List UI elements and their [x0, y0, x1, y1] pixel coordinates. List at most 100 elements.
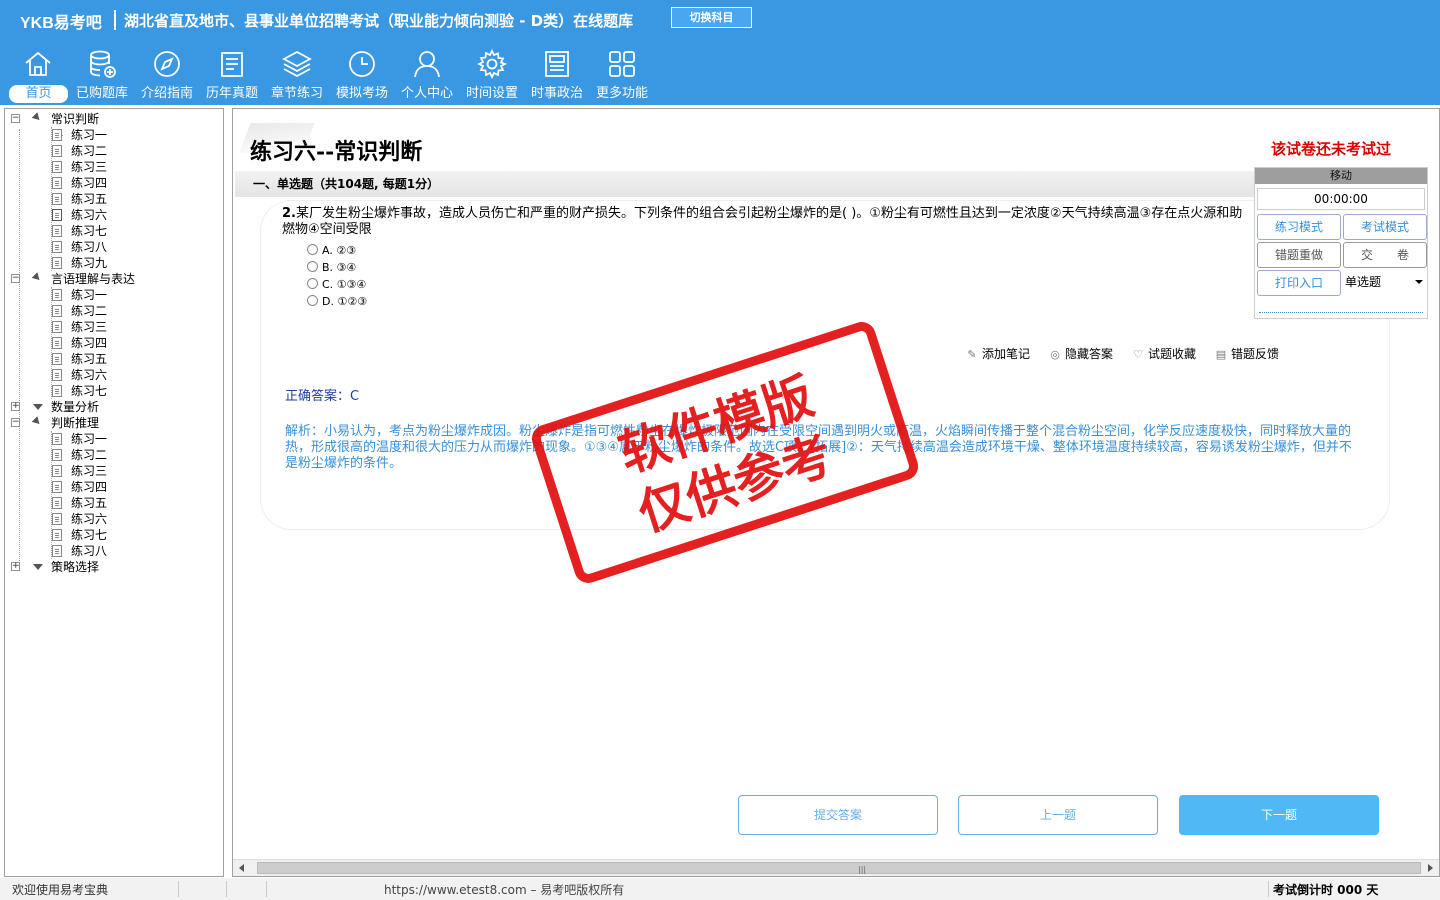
expand-icon[interactable]: +	[11, 562, 20, 571]
tree-item[interactable]: 练习一	[11, 287, 221, 303]
document-icon	[52, 193, 62, 205]
toolbar-purchased[interactable]: 已购题库	[70, 46, 134, 104]
tree-item[interactable]: 练习二	[11, 447, 221, 463]
tree-item[interactable]: 练习七	[11, 223, 221, 239]
expand-icon[interactable]: +	[11, 402, 20, 411]
grid-icon	[609, 51, 635, 77]
tree-group-strategy[interactable]: + 策略选择	[11, 559, 221, 575]
toolbar-current-affairs[interactable]: 时事政治	[525, 46, 589, 104]
toolbar-mock-exam[interactable]: 模拟考场	[330, 46, 394, 104]
document-icon	[52, 497, 62, 509]
tree-item[interactable]: 练习三	[11, 159, 221, 175]
submit-paper-button[interactable]: 交 卷	[1343, 242, 1427, 268]
question-type-select[interactable]: 单选题	[1343, 270, 1427, 294]
option-a[interactable]: A. ②③	[307, 243, 356, 259]
document-icon	[52, 321, 62, 333]
tree-item[interactable]: 练习八	[11, 543, 221, 559]
database-icon	[90, 50, 116, 78]
print-button[interactable]: 打印入口	[1257, 270, 1341, 296]
toolbar-past-exams[interactable]: 历年真题	[200, 46, 264, 104]
tree-item[interactable]: 练习五	[11, 191, 221, 207]
document-icon	[52, 545, 62, 557]
title-bar: YKB易考吧 湖北省直及地市、县事业单位招聘考试（职业能力倾向测验 - D类）在…	[0, 0, 1440, 40]
tree-item[interactable]: 练习四	[11, 479, 221, 495]
tree-item[interactable]: 练习四	[11, 335, 221, 351]
document-icon	[52, 337, 62, 349]
add-note-button[interactable]: ✎ 添加笔记	[966, 345, 1030, 362]
tree-item[interactable]: 练习二	[11, 143, 221, 159]
tree-item[interactable]: 练习一	[11, 431, 221, 447]
tree-item[interactable]: 练习二	[11, 303, 221, 319]
gear-icon	[476, 48, 508, 80]
switch-subject-button[interactable]: 切换科目	[671, 7, 752, 28]
submit-answer-button[interactable]: 提交答案	[738, 795, 938, 835]
option-b[interactable]: B. ③④	[307, 260, 356, 276]
collapse-icon[interactable]: −	[11, 274, 20, 283]
radio-icon[interactable]	[307, 278, 318, 289]
question-number: 2.	[282, 206, 296, 221]
tree-item[interactable]: 练习六	[11, 367, 221, 383]
tree-item[interactable]: 练习三	[11, 319, 221, 335]
collapsed-arrow-icon	[33, 564, 43, 570]
option-c[interactable]: C. ①③④	[307, 277, 366, 293]
favorite-button[interactable]: ♡ 试题收藏	[1132, 345, 1196, 362]
option-d[interactable]: D. ①②③	[307, 294, 367, 310]
scroll-right-icon[interactable]	[1428, 864, 1433, 872]
document-icon	[52, 529, 62, 541]
horizontal-scrollbar[interactable]: |||	[233, 859, 1439, 876]
tree-group-reasoning[interactable]: − 判断推理	[11, 415, 221, 431]
question-stem: 某厂发生粉尘爆炸事故，造成人员伤亡和严重的财产损失。下列条件的组合会引起粉尘爆炸…	[282, 206, 1243, 237]
toolbar-home[interactable]: 首页	[6, 46, 70, 104]
tree-group-common-sense[interactable]: − 常识判断	[11, 111, 221, 127]
toolbar-time-settings[interactable]: 时间设置	[460, 46, 524, 104]
chapter-tree[interactable]: − 常识判断 练习一 练习二 练习三 练习四 练习五 练习六 练习七 练习八 练…	[4, 108, 224, 877]
toolbar-label: 已购题库	[75, 86, 128, 101]
feedback-button[interactable]: ▤ 错题反馈	[1215, 345, 1279, 362]
radio-icon[interactable]	[307, 261, 318, 272]
tree-item[interactable]: 练习七	[11, 527, 221, 543]
layers-icon	[282, 50, 312, 78]
tree-item[interactable]: 练习四	[11, 175, 221, 191]
document-icon	[52, 289, 62, 301]
radio-icon[interactable]	[307, 244, 318, 255]
collapsed-arrow-icon	[33, 404, 43, 410]
document-icon	[52, 369, 62, 381]
toolbar-label: 模拟考场	[335, 86, 388, 101]
tree-item[interactable]: 练习三	[11, 463, 221, 479]
toolbar-chapter-practice[interactable]: 章节练习	[265, 46, 329, 104]
tree-item[interactable]: 练习六	[11, 511, 221, 527]
tree-item-selected[interactable]: 练习六	[11, 207, 221, 223]
toolbar-more[interactable]: 更多功能	[590, 46, 654, 104]
next-question-button[interactable]: 下一题	[1179, 795, 1379, 835]
toolbar-guide[interactable]: 介绍指南	[135, 46, 199, 104]
tree-item[interactable]: 练习五	[11, 495, 221, 511]
panel-move-handle[interactable]: 移动	[1255, 168, 1427, 184]
tree-item[interactable]: 练习五	[11, 351, 221, 367]
hide-answer-button[interactable]: ◎ 隐藏答案	[1049, 345, 1113, 362]
document-icon	[52, 241, 62, 253]
collapse-icon[interactable]: −	[11, 114, 20, 123]
brand-logo: YKB易考吧	[20, 15, 102, 32]
collapse-icon[interactable]: −	[11, 418, 20, 427]
tree-group-quantitative[interactable]: + 数量分析	[11, 399, 221, 415]
scroll-thumb[interactable]: |||	[257, 862, 1421, 874]
tree-group-verbal[interactable]: − 言语理解与表达	[11, 271, 221, 287]
document-icon	[52, 129, 62, 141]
expanded-arrow-icon	[31, 112, 43, 123]
tree-item[interactable]: 练习一	[11, 127, 221, 143]
tree-item[interactable]: 练习九	[11, 255, 221, 271]
document-icon	[52, 257, 62, 269]
toolbar-personal-center[interactable]: 个人中心	[395, 46, 459, 104]
document-icon	[52, 465, 62, 477]
user-icon	[414, 51, 440, 78]
scroll-left-icon[interactable]	[239, 864, 244, 872]
toolbar-label: 章节练习	[270, 86, 323, 101]
tree-item[interactable]: 练习七	[11, 383, 221, 399]
tree-item[interactable]: 练习八	[11, 239, 221, 255]
exam-mode-button[interactable]: 考试模式	[1343, 214, 1427, 240]
radio-icon[interactable]	[307, 295, 318, 306]
status-url: https://www.etest8.com – 易考吧版权所有	[384, 883, 625, 897]
prev-question-button[interactable]: 上一题	[958, 795, 1158, 835]
redo-wrong-button[interactable]: 错题重做	[1257, 242, 1341, 268]
practice-mode-button[interactable]: 练习模式	[1257, 214, 1341, 240]
